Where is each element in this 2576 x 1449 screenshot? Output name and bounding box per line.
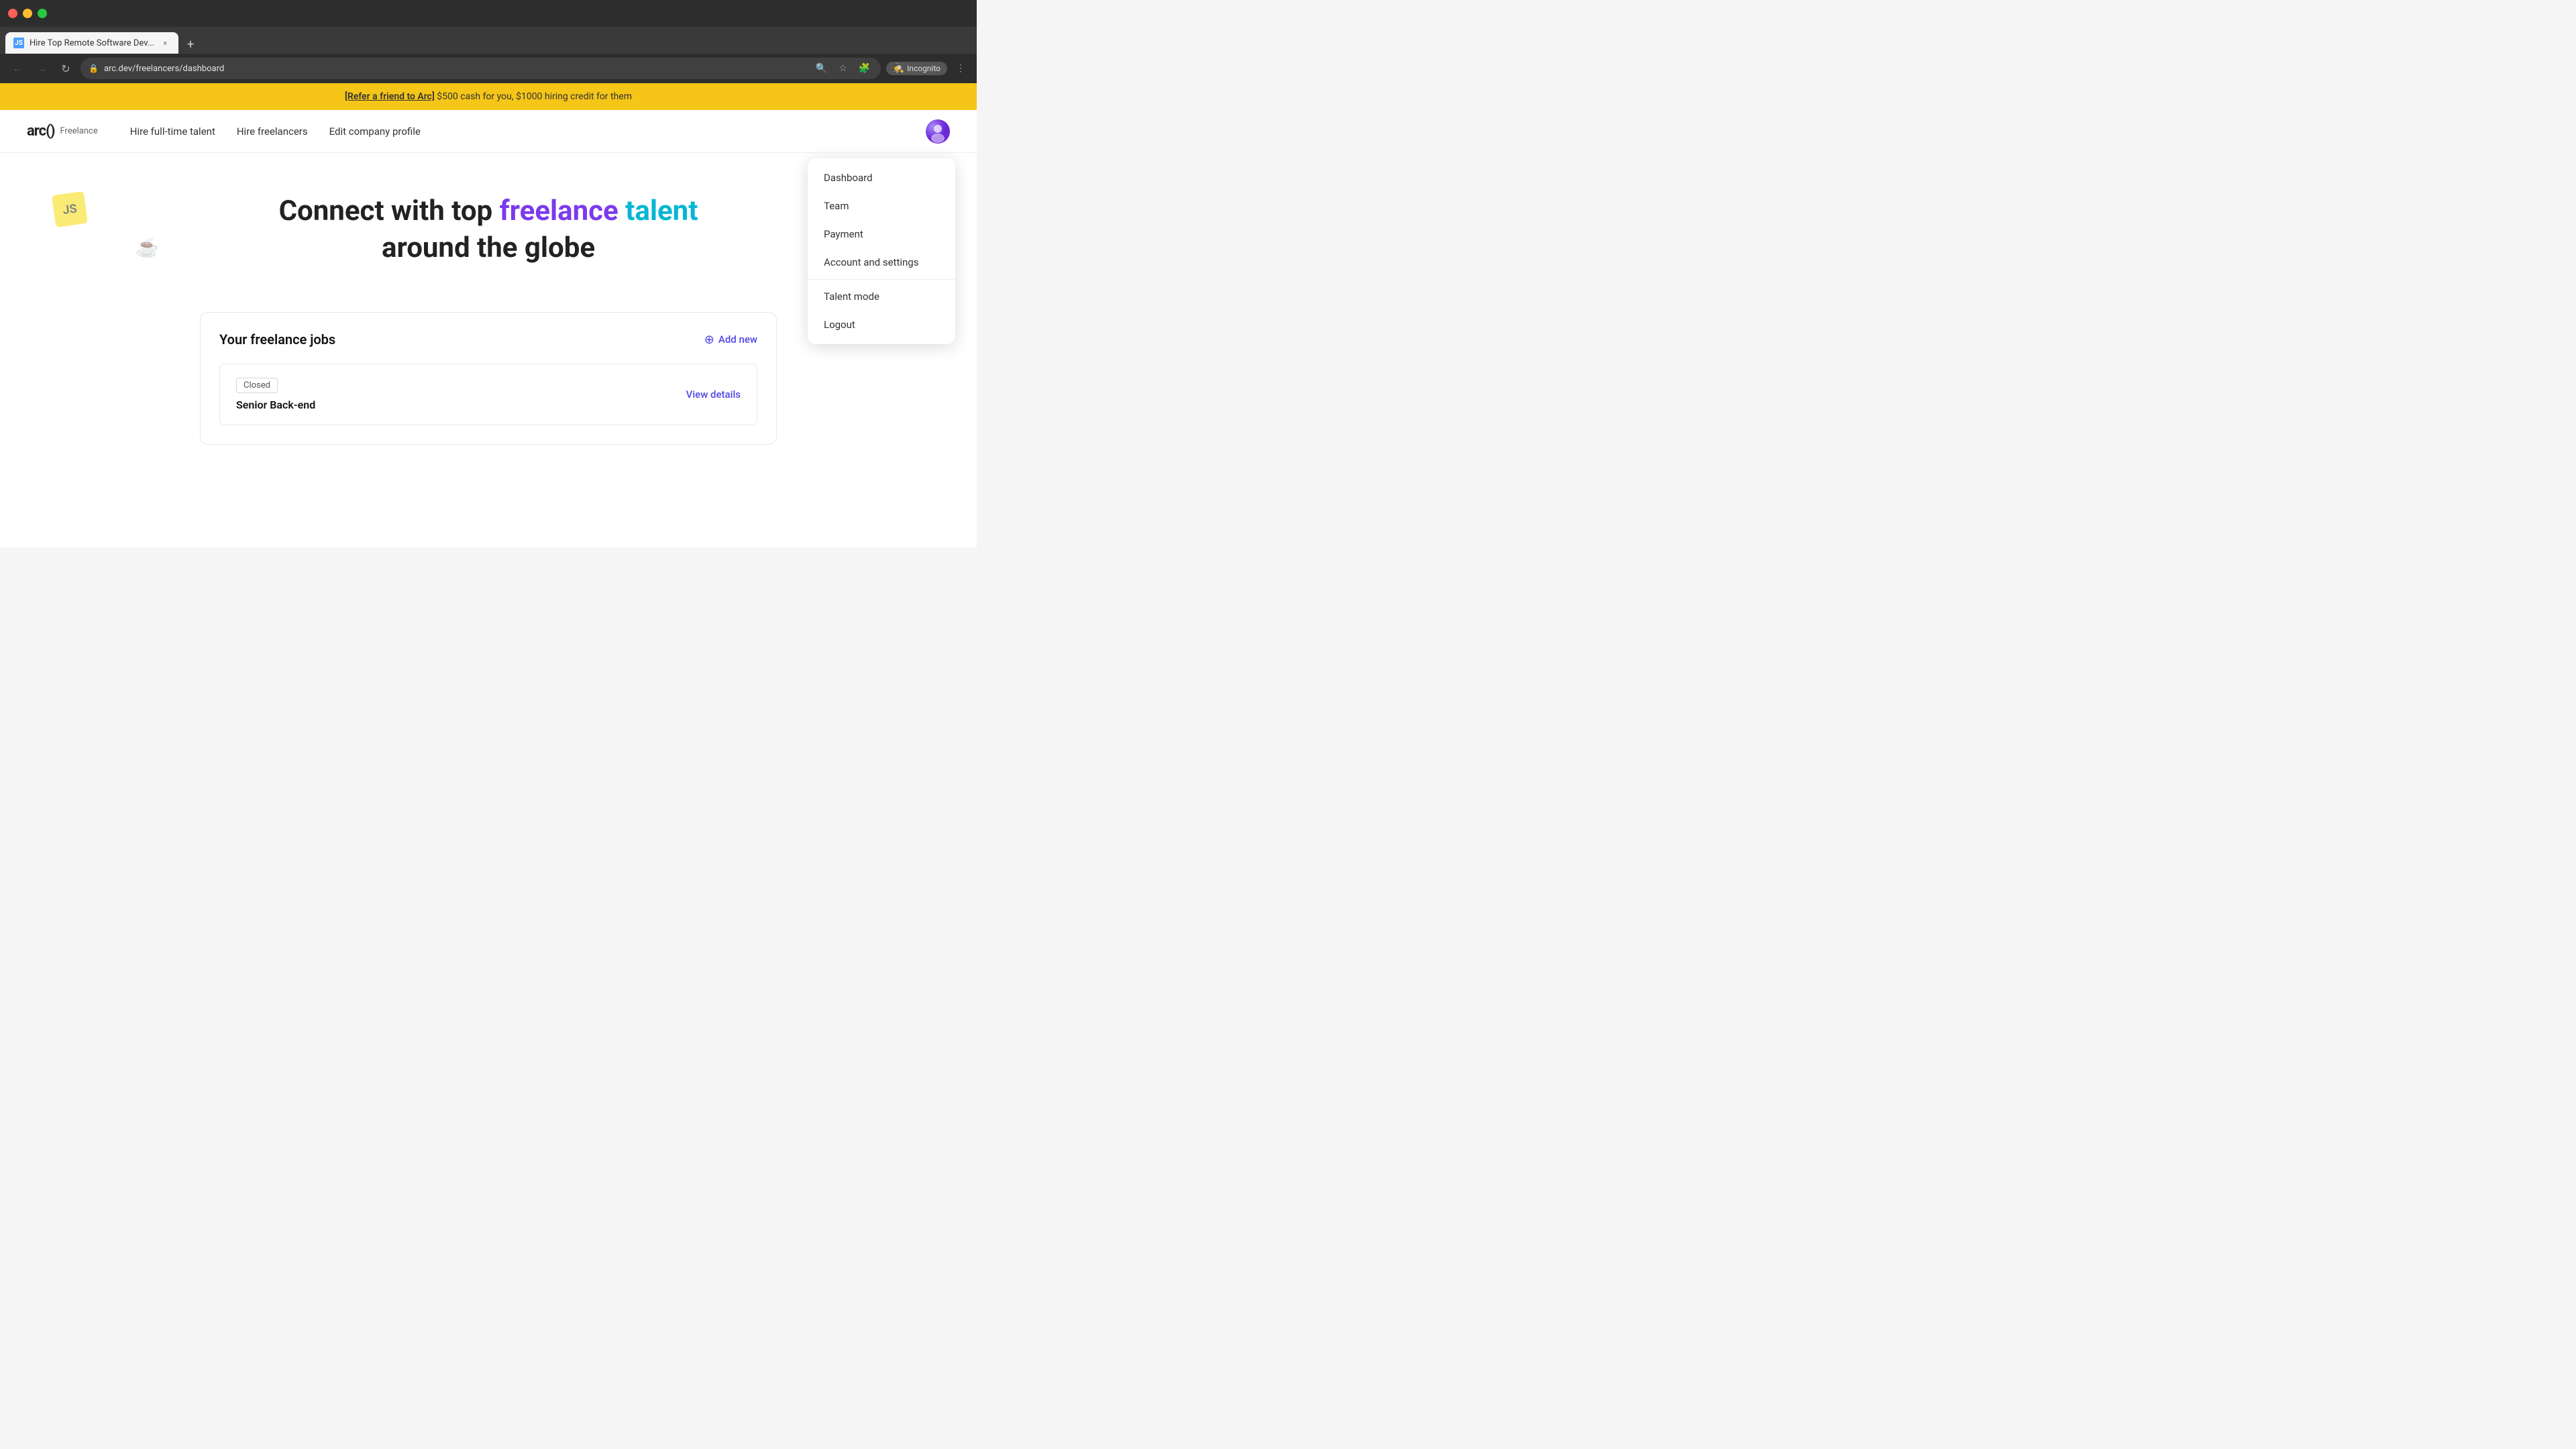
back-btn[interactable]: ← xyxy=(8,59,27,78)
dropdown-item-payment[interactable]: Payment xyxy=(808,220,955,248)
jobs-section: Your freelance jobs ⊕ Add new Closed Sen… xyxy=(186,312,790,445)
dropdown-divider xyxy=(808,279,955,280)
active-tab[interactable]: JS Hire Top Remote Software Dev... × xyxy=(5,32,178,54)
incognito-badge[interactable]: 🕵️ Incognito xyxy=(886,62,947,75)
avatar-image xyxy=(926,119,950,144)
address-url: arc.dev/freelancers/dashboard xyxy=(104,64,808,74)
tab-title: Hire Top Remote Software Dev... xyxy=(30,38,154,48)
window-controls xyxy=(8,9,47,18)
reload-icon: ↻ xyxy=(61,62,70,75)
refer-link[interactable]: [Refer a friend to Arc] xyxy=(345,91,435,102)
tab-close-btn[interactable]: × xyxy=(160,38,170,48)
nav-link-hire-freelancers[interactable]: Hire freelancers xyxy=(237,125,308,138)
search-icon[interactable]: 🔍 xyxy=(814,60,830,76)
maximize-window-btn[interactable] xyxy=(38,9,47,18)
nav-link-edit-company[interactable]: Edit company profile xyxy=(329,125,421,138)
new-tab-btn[interactable]: + xyxy=(181,35,200,54)
close-window-btn[interactable] xyxy=(8,9,17,18)
logo-area[interactable]: arc() Freelance xyxy=(27,123,98,140)
forward-btn[interactable]: → xyxy=(32,59,51,78)
job-name: Senior Back-end xyxy=(236,398,315,411)
hero-word-talent: talent xyxy=(625,195,698,227)
address-bar-row: ← → ↻ 🔒 arc.dev/freelancers/dashboard 🔍 … xyxy=(0,54,977,83)
dropdown-item-logout[interactable]: Logout xyxy=(808,311,955,339)
logo-text: arc() xyxy=(27,123,55,140)
avatar[interactable] xyxy=(926,119,950,144)
forward-icon: → xyxy=(36,62,47,75)
nav-links: Hire full-time talent Hire freelancers E… xyxy=(130,125,421,138)
job-left: Closed Senior Back-end xyxy=(236,378,315,411)
job-item: Closed Senior Back-end View details xyxy=(219,364,757,425)
lock-icon: 🔒 xyxy=(89,64,99,73)
minimize-window-btn[interactable] xyxy=(23,9,32,18)
dropdown-item-account-settings[interactable]: Account and settings xyxy=(808,248,955,276)
menu-btn[interactable]: ⋮ xyxy=(953,60,969,76)
add-new-btn[interactable]: ⊕ Add new xyxy=(704,333,757,347)
promo-banner: [Refer a friend to Arc] $500 cash for yo… xyxy=(0,83,977,110)
tab-favicon-icon: JS xyxy=(13,38,24,48)
page-wrapper: [Refer a friend to Arc] $500 cash for yo… xyxy=(0,83,977,547)
browser-chrome: JS Hire Top Remote Software Dev... × + ←… xyxy=(0,0,977,83)
hero-line2: around the globe xyxy=(382,231,595,264)
main-nav: arc() Freelance Hire full-time talent Hi… xyxy=(0,110,977,153)
jobs-card: Your freelance jobs ⊕ Add new Closed Sen… xyxy=(200,312,777,445)
hero-line1-prefix: Connect with top xyxy=(279,195,500,227)
banner-message: $500 cash for you, $1000 hiring credit f… xyxy=(435,91,632,102)
dropdown-item-dashboard[interactable]: Dashboard xyxy=(808,164,955,192)
reload-btn[interactable]: ↻ xyxy=(56,59,75,78)
nav-right xyxy=(926,119,950,144)
hero-word-freelance: freelance xyxy=(500,195,619,227)
address-icons: 🔍 ☆ 🧩 xyxy=(814,60,873,76)
title-bar xyxy=(0,0,977,27)
user-dropdown-menu: Dashboard Team Payment Account and setti… xyxy=(808,158,955,344)
jobs-section-title: Your freelance jobs xyxy=(219,331,335,347)
incognito-icon: 🕵️ xyxy=(893,63,904,74)
incognito-label: Incognito xyxy=(907,64,941,73)
nav-link-hire-fulltime[interactable]: Hire full-time talent xyxy=(130,125,215,138)
bookmark-icon[interactable]: ☆ xyxy=(835,60,851,76)
dropdown-item-talent-mode[interactable]: Talent mode xyxy=(808,282,955,311)
back-icon: ← xyxy=(12,62,23,75)
nav-left: arc() Freelance Hire full-time talent Hi… xyxy=(27,123,421,140)
tab-bar: JS Hire Top Remote Software Dev... × + xyxy=(0,27,977,54)
java-floating-icon: ☕ xyxy=(133,232,162,261)
js-floating-icon: JS xyxy=(52,191,88,227)
extensions-icon[interactable]: 🧩 xyxy=(857,60,873,76)
view-details-btn[interactable]: View details xyxy=(686,388,741,400)
add-new-label: Add new xyxy=(718,333,757,345)
add-icon: ⊕ xyxy=(704,333,714,347)
address-bar[interactable]: 🔒 arc.dev/freelancers/dashboard 🔍 ☆ 🧩 xyxy=(80,58,881,79)
jobs-header: Your freelance jobs ⊕ Add new xyxy=(219,331,757,347)
dropdown-item-team[interactable]: Team xyxy=(808,192,955,220)
job-status-badge: Closed xyxy=(236,378,278,393)
logo-badge: Freelance xyxy=(60,126,98,136)
